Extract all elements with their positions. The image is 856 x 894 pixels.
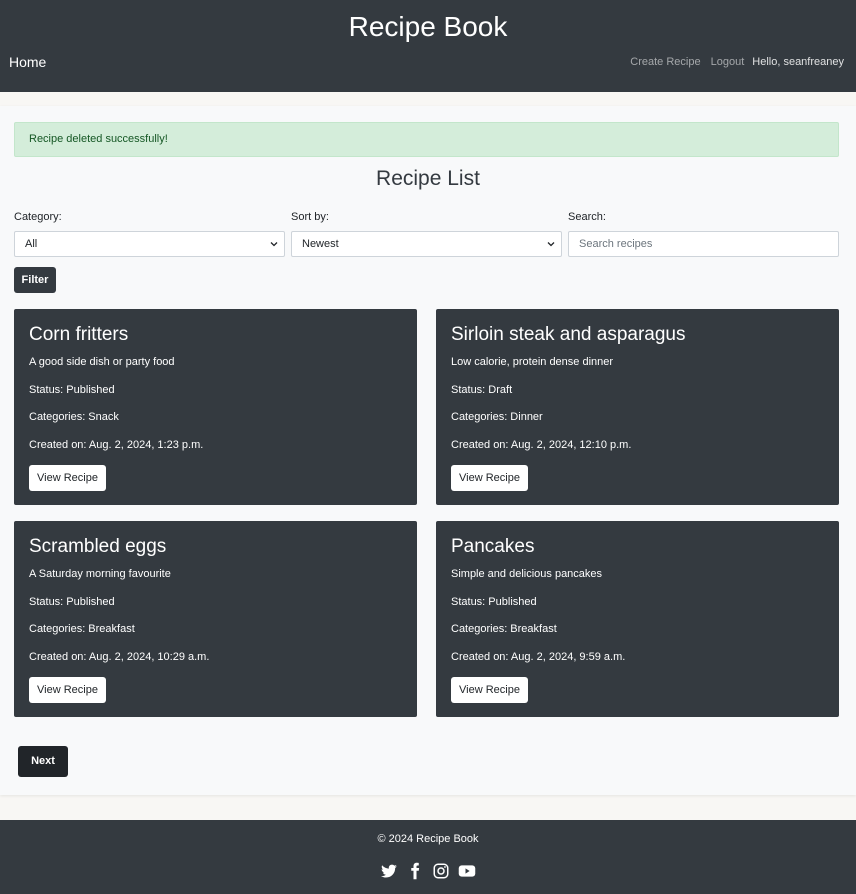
recipe-description: Low calorie, protein dense dinner (451, 356, 614, 368)
recipe-title: Sirloin steak and asparagus (451, 324, 686, 345)
recipe-status: Status: Published (29, 384, 115, 396)
recipe-description: Simple and delicious pancakes (451, 568, 603, 580)
view-recipe-button[interactable]: View Recipe (451, 677, 528, 703)
category-select[interactable]: All (14, 231, 285, 257)
recipe-card: Pancakes Simple and delicious pancakes S… (436, 521, 839, 717)
view-recipe-button[interactable]: View Recipe (29, 465, 106, 491)
recipe-created: Created on: Aug. 2, 2024, 12:10 p.m. (451, 439, 632, 451)
nav-home-link[interactable]: Home (9, 54, 46, 70)
recipe-categories: Categories: Breakfast (29, 623, 135, 635)
success-alert: Recipe deleted successfully! (14, 122, 839, 157)
recipe-title: Pancakes (451, 536, 535, 557)
recipe-title: Scrambled eggs (29, 536, 167, 557)
facebook-icon[interactable] (406, 862, 424, 880)
search-placeholder: Search recipes (579, 238, 653, 250)
site-header: Recipe Book Home Create Recipe Logout He… (0, 0, 856, 92)
user-greeting: Hello, seanfreaney (752, 56, 844, 68)
recipe-created: Created on: Aug. 2, 2024, 1:23 p.m. (29, 439, 204, 451)
recipe-categories: Categories: Breakfast (451, 623, 557, 635)
recipe-status: Status: Draft (451, 384, 513, 396)
view-recipe-button[interactable]: View Recipe (451, 465, 528, 491)
recipe-categories: Categories: Dinner (451, 411, 543, 423)
page-title: Recipe List (376, 167, 480, 190)
copyright-text: © 2024 Recipe Book (377, 833, 479, 845)
recipe-created: Created on: Aug. 2, 2024, 9:59 a.m. (451, 651, 626, 663)
nav-right: Create Recipe Logout Hello, seanfreaney (630, 56, 844, 69)
instagram-icon[interactable] (432, 862, 450, 880)
recipe-title: Corn fritters (29, 324, 129, 345)
chevron-down-icon (547, 242, 555, 247)
site-title: Recipe Book (348, 11, 508, 42)
filter-button[interactable]: Filter (14, 267, 56, 293)
search-input[interactable]: Search recipes (568, 231, 839, 257)
sort-select-value: Newest (302, 238, 339, 250)
nav-logout-link[interactable]: Logout (711, 56, 745, 69)
next-page-button[interactable]: Next (18, 746, 68, 777)
category-select-value: All (25, 238, 38, 250)
recipe-created: Created on: Aug. 2, 2024, 10:29 a.m. (29, 651, 210, 663)
category-label: Category: (14, 211, 62, 223)
main-content: Recipe deleted successfully! Recipe List… (0, 106, 856, 795)
recipe-categories: Categories: Snack (29, 411, 119, 423)
youtube-icon[interactable] (458, 862, 476, 880)
recipe-status: Status: Published (29, 596, 115, 608)
nav-create-recipe-link[interactable]: Create Recipe (630, 56, 700, 69)
sort-label: Sort by: (291, 211, 329, 223)
sort-select[interactable]: Newest (291, 231, 562, 257)
search-label: Search: (568, 211, 606, 223)
recipe-description: A good side dish or party food (29, 356, 175, 368)
site-footer: © 2024 Recipe Book (0, 820, 856, 894)
social-links (380, 862, 476, 880)
recipe-card: Sirloin steak and asparagus Low calorie,… (436, 309, 839, 505)
view-recipe-button[interactable]: View Recipe (29, 677, 106, 703)
twitter-icon[interactable] (380, 862, 398, 880)
recipe-card: Scrambled eggs A Saturday morning favour… (14, 521, 417, 717)
recipe-status: Status: Published (451, 596, 537, 608)
chevron-down-icon (270, 242, 278, 247)
recipe-card: Corn fritters A good side dish or party … (14, 309, 417, 505)
recipe-description: A Saturday morning favourite (29, 568, 171, 580)
